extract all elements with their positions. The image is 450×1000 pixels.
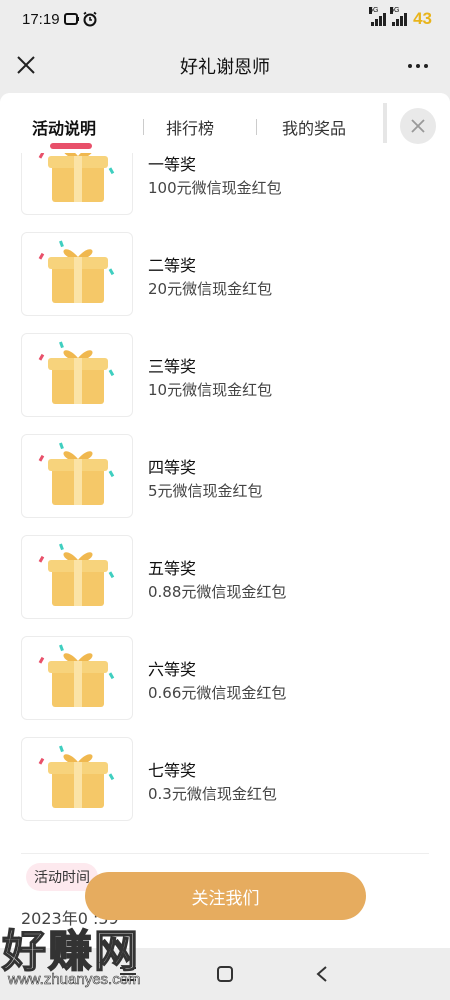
tab-my-prizes[interactable]: 我的奖品 [282,115,346,139]
prize-item: 四等奖 5元微信现金红包 [21,434,441,518]
section-divider [21,853,429,854]
close-panel-button[interactable] [400,108,436,144]
prize-name: 三等奖 [148,357,197,376]
signal-icon: 5G [369,7,387,26]
title-bar: 好礼谢恩师 [0,38,450,93]
prize-image [21,434,133,518]
tab-divider [143,119,144,135]
signal-icon: 5G [390,7,408,26]
prize-desc: 0.3元微信现金红包 [148,785,277,803]
back-icon [316,966,327,982]
gift-icon [38,341,115,404]
prize-desc: 10元微信现金红包 [148,381,273,399]
home-icon [216,966,233,982]
prize-image [21,737,133,821]
prize-image [21,636,133,720]
more-icon [408,64,412,68]
system-nav-bar [0,948,450,1000]
close-icon [411,119,425,133]
menu-icon [120,967,137,981]
recording-icon [63,13,79,25]
page-title: 好礼谢恩师 [180,56,270,78]
tab-bar: 活动说明 排行榜 我的奖品 [0,93,450,153]
prize-item: 三等奖 10元微信现金红包 [21,333,441,417]
status-icons [63,11,98,27]
prize-desc: 20元微信现金红包 [148,280,273,298]
active-tab-indicator [50,143,92,149]
prize-name: 四等奖 [148,458,197,477]
status-bar: 17:19 5G 5G 43 [0,0,450,38]
gift-icon [38,644,115,707]
gift-icon [38,240,115,303]
prize-name: 六等奖 [148,660,197,679]
follow-us-button[interactable]: 关注我们 [85,872,366,920]
tab-leaderboard[interactable]: 排行榜 [166,115,214,139]
status-time: 17:19 [22,10,60,28]
close-icon [17,56,35,74]
prize-image [21,232,133,316]
gift-icon [38,543,115,606]
prize-desc: 0.88元微信现金红包 [148,583,287,601]
prize-item: 五等奖 0.88元微信现金红包 [21,535,441,619]
nav-home-button[interactable] [210,959,240,989]
tab-scroll-edge [383,103,387,143]
prize-name: 七等奖 [148,761,197,780]
prize-desc: 100元微信现金红包 [148,179,282,197]
nav-menu-button[interactable] [113,959,143,989]
tab-activity-info[interactable]: 活动说明 [32,115,96,139]
prize-item: 二等奖 20元微信现金红包 [21,232,441,316]
gift-icon [38,745,115,808]
prize-name: 一等奖 [148,155,197,174]
content-panel: 活动说明 排行榜 我的奖品 一等奖 100元微信现金红包 二等奖 20元微信现金… [0,93,450,948]
prize-image [21,535,133,619]
status-right: 5G 5G 43 [369,7,432,29]
prize-item: 七等奖 0.3元微信现金红包 [21,737,441,821]
close-button[interactable] [12,51,40,79]
prize-desc: 5元微信现金红包 [148,482,263,500]
alarm-icon [83,11,97,27]
gift-icon [38,442,115,505]
battery-level: 43 [413,9,432,28]
prize-image [21,333,133,417]
more-button[interactable] [404,52,432,80]
prize-name: 五等奖 [148,559,197,578]
prize-name: 二等奖 [148,256,197,275]
prize-item: 六等奖 0.66元微信现金红包 [21,636,441,720]
tab-divider [256,119,257,135]
nav-back-button[interactable] [307,959,337,989]
prize-desc: 0.66元微信现金红包 [148,684,287,702]
